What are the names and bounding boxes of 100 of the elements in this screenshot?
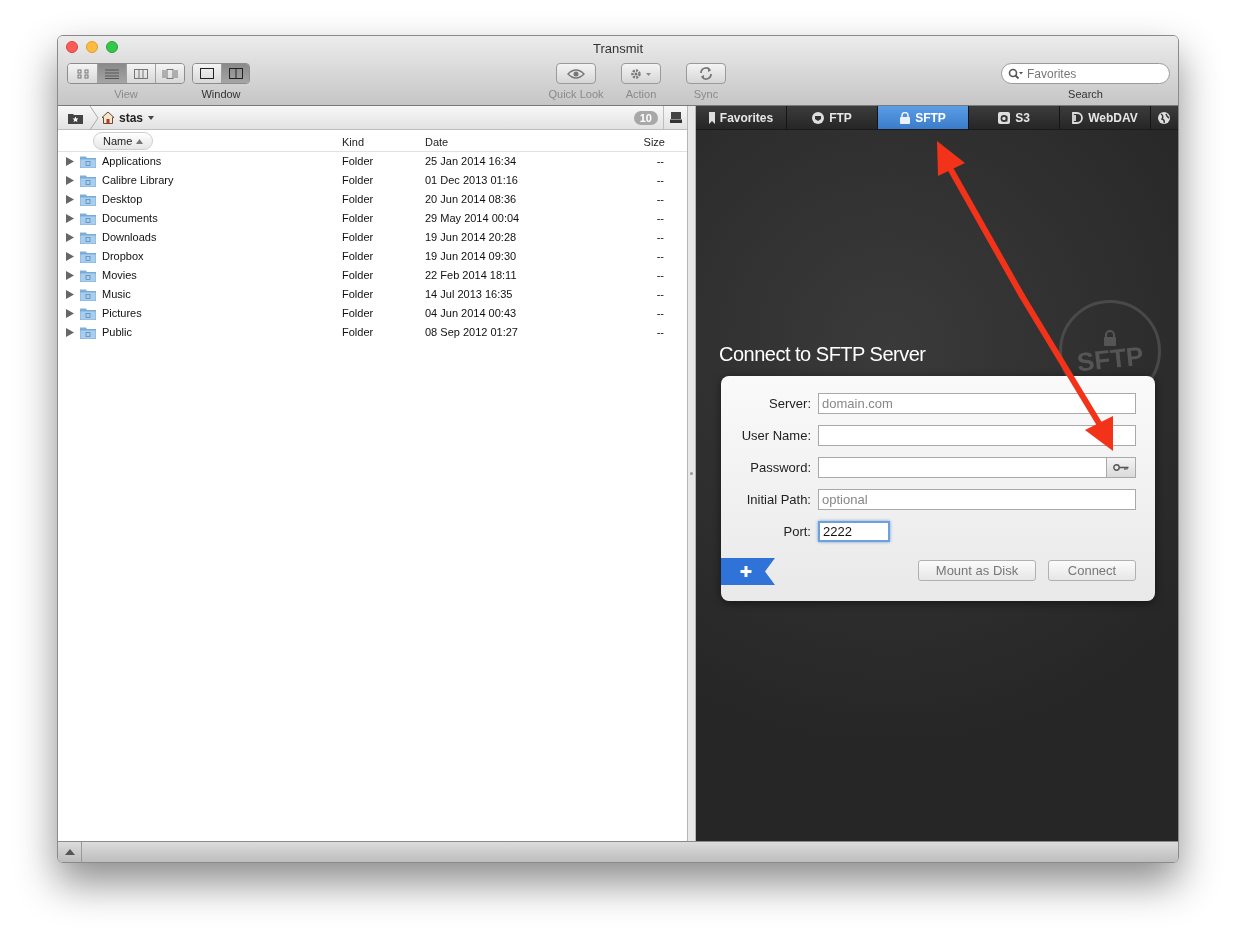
dual-pane-icon: [228, 68, 243, 79]
file-size: --: [656, 192, 664, 208]
column-header[interactable]: Kind: [342, 134, 365, 151]
window-segmented-control[interactable]: [192, 63, 250, 84]
view-mode-button[interactable]: [97, 64, 126, 83]
amazon-icon: [998, 111, 1011, 124]
search-field[interactable]: Favorites: [1001, 63, 1170, 84]
folder-icon: [80, 269, 96, 282]
file-date: 22 Feb 2014 18:11: [425, 268, 517, 284]
folder-icon: [80, 250, 96, 263]
file-date: 19 Jun 2014 09:30: [425, 249, 517, 265]
file-name[interactable]: Public: [102, 324, 132, 341]
disclosure-triangle-icon[interactable]: [66, 176, 74, 185]
sync-icon: [699, 67, 713, 80]
file-name[interactable]: Downloads: [102, 229, 157, 246]
keychain-button[interactable]: [1107, 457, 1136, 478]
column-header[interactable]: Date: [425, 134, 449, 151]
file-kind: Folder: [342, 154, 374, 170]
view-mode-button[interactable]: [68, 64, 97, 83]
folder-icon: [80, 307, 96, 320]
view-label: View: [114, 87, 138, 102]
path-label[interactable]: stas: [119, 108, 144, 127]
splitter-handle[interactable]: [690, 472, 693, 475]
favorites-folder-icon[interactable]: [68, 111, 83, 124]
file-name[interactable]: Documents: [102, 210, 158, 227]
input-field[interactable]: optional: [818, 489, 1136, 510]
globe-icon: [1157, 111, 1170, 124]
folder-icon: [80, 212, 96, 225]
zoom-button[interactable]: [106, 41, 118, 53]
column-header[interactable]: Name: [93, 132, 154, 150]
toolbar-button[interactable]: [621, 63, 661, 84]
window-mode-button[interactable]: [221, 64, 249, 83]
file-name[interactable]: Dropbox: [102, 248, 144, 265]
file-name[interactable]: Desktop: [102, 191, 143, 208]
field-label: User Name:: [740, 426, 811, 445]
file-size: --: [656, 249, 664, 265]
search-icon: [1008, 67, 1024, 80]
view-mode-button[interactable]: [155, 64, 184, 83]
file-kind: Folder: [342, 173, 374, 189]
disk-icon[interactable]: [669, 112, 682, 123]
key-icon: [1113, 464, 1129, 471]
disclosure-triangle-icon[interactable]: [66, 290, 74, 299]
disclosure-triangle-icon[interactable]: [66, 214, 74, 223]
input-field[interactable]: domain.com: [818, 393, 1136, 414]
expand-up-icon[interactable]: [64, 849, 75, 855]
disclosure-triangle-icon[interactable]: [66, 157, 74, 166]
file-date: 29 May 2014 00:04: [425, 211, 520, 227]
search-input[interactable]: Favorites: [1027, 64, 1157, 83]
disclosure-triangle-icon[interactable]: [66, 309, 74, 318]
file-size: --: [656, 268, 664, 284]
protocol-tab[interactable]: WebDAV: [1060, 106, 1151, 129]
disclosure-triangle-icon[interactable]: [66, 195, 74, 204]
field-label: Server:: [768, 394, 811, 413]
file-date: 20 Jun 2014 08:36: [425, 192, 517, 208]
folder-icon: [80, 231, 96, 244]
file-kind: Folder: [342, 230, 374, 246]
toolbar-button[interactable]: [556, 63, 596, 84]
folder-icon: [80, 288, 96, 301]
list-view-icon: [105, 68, 119, 79]
input-field[interactable]: [818, 425, 1136, 446]
protocol-tab[interactable]: Favorites: [696, 106, 787, 129]
toolbar-label: Action: [625, 87, 657, 102]
view-segmented-control[interactable]: [67, 63, 185, 84]
breadcrumb-separator-icon: [89, 105, 99, 130]
gear-icon: [629, 67, 653, 80]
file-size: --: [656, 287, 664, 303]
eye-icon: [567, 68, 585, 79]
close-button[interactable]: [66, 41, 78, 53]
file-name[interactable]: Pictures: [102, 305, 142, 322]
window-mode-button[interactable]: [193, 64, 221, 83]
protocol-tab[interactable]: S3: [969, 106, 1060, 129]
lock-icon: [1103, 330, 1117, 346]
file-size: --: [656, 230, 664, 246]
cover-flow-icon: [162, 68, 178, 79]
dropdown-caret-icon[interactable]: [148, 115, 155, 120]
column-header[interactable]: Size: [643, 134, 665, 151]
add-favorite-ribbon[interactable]: [721, 558, 775, 585]
file-name[interactable]: Music: [102, 286, 131, 303]
file-name[interactable]: Movies: [102, 267, 137, 284]
view-mode-button[interactable]: [126, 64, 155, 83]
disclosure-triangle-icon[interactable]: [66, 252, 74, 261]
file-name[interactable]: Calibre Library: [102, 172, 174, 189]
window-label: Window: [201, 87, 241, 102]
folder-icon: [80, 155, 96, 168]
disclosure-triangle-icon[interactable]: [66, 271, 74, 280]
sort-ascending-icon: [136, 138, 144, 144]
lock-icon: [900, 111, 911, 124]
toolbar-button[interactable]: [686, 63, 726, 84]
file-size: --: [656, 306, 664, 322]
icon-view-icon: [76, 68, 89, 79]
folder-icon: [80, 193, 96, 206]
disclosure-triangle-icon[interactable]: [66, 328, 74, 337]
disclosure-triangle-icon[interactable]: [66, 233, 74, 242]
input-field[interactable]: 2222: [818, 521, 890, 542]
file-name[interactable]: Applications: [102, 153, 162, 170]
toolbar-label: Quick Look: [548, 87, 604, 102]
file-size: --: [656, 154, 664, 170]
file-size: --: [656, 325, 664, 341]
bookmark-icon: [708, 111, 715, 124]
input-field[interactable]: [818, 457, 1107, 478]
